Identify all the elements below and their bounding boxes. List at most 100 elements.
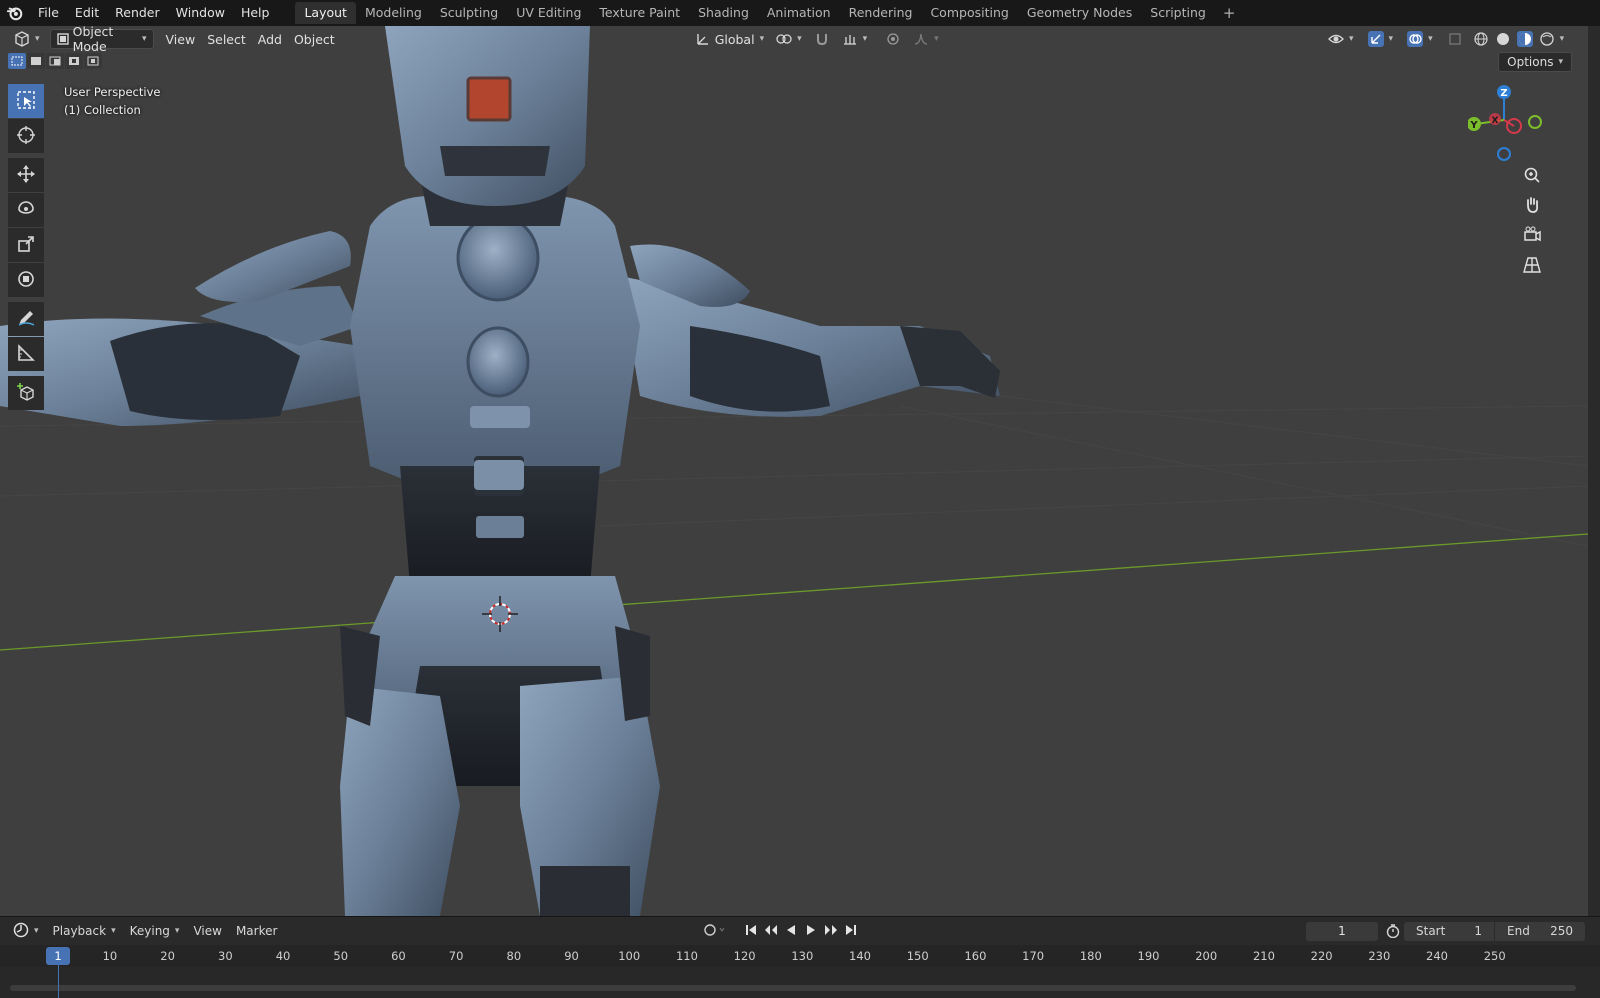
snap-toggle[interactable] (808, 29, 836, 49)
jump-end-button[interactable] (841, 921, 860, 941)
menu-window[interactable]: Window (168, 2, 233, 24)
start-frame-field[interactable]: Start 1 (1404, 922, 1494, 941)
annotate-tool[interactable] (8, 302, 44, 336)
add-cube-tool[interactable] (8, 376, 44, 410)
tab-uv-editing[interactable]: UV Editing (507, 2, 590, 24)
select-new-icon[interactable] (8, 53, 26, 69)
menu-help[interactable]: Help (233, 2, 278, 24)
end-value: 250 (1550, 924, 1573, 938)
scale-icon (16, 234, 36, 257)
sidebar-collapsed-edge[interactable] (1588, 26, 1600, 916)
frame-ruler[interactable]: 1 10 20 30 40 50 60 70 80 90 100 110 120 130 140 150 160… (0, 945, 1600, 967)
tab-sculpting[interactable]: Sculpting (431, 2, 507, 24)
prev-keyframe-button[interactable] (761, 921, 780, 941)
overlays-icon (1407, 31, 1424, 47)
end-frame-field[interactable]: End 250 (1495, 922, 1585, 941)
play-reverse-button[interactable] (781, 921, 800, 941)
shading-solid-button[interactable] (1493, 29, 1513, 49)
timeline-menu-playback[interactable]: Playback ▾ (46, 924, 123, 938)
snap-increment-icon (842, 31, 858, 47)
timeline-editor-type-button[interactable]: ▾ (6, 922, 46, 941)
next-keyframe-button[interactable] (821, 921, 840, 941)
play-button[interactable] (801, 921, 820, 941)
timeline-menu-keying[interactable]: Keying ▾ (123, 924, 187, 938)
current-frame-field[interactable]: 1 (1306, 922, 1378, 941)
perspective-toggle-button[interactable] (1518, 252, 1546, 280)
xray-toggle[interactable] (1441, 29, 1469, 49)
tab-shading[interactable]: Shading (689, 2, 758, 24)
mode-dropdown[interactable]: Object Mode ▾ (49, 26, 154, 54)
move-tool[interactable] (8, 158, 44, 192)
add-workspace-button[interactable]: + (1215, 4, 1244, 22)
rotate-tool[interactable] (8, 193, 44, 227)
select-intersect-icon[interactable] (84, 53, 102, 69)
grid-perspective-icon (1523, 256, 1541, 277)
shading-wireframe-button[interactable] (1471, 29, 1491, 49)
timeline-editor: ▾ Playback ▾ Keying ▾ View Marker 1 Start … (0, 916, 1600, 998)
timeline-track-area[interactable] (0, 967, 1600, 998)
shading-material-button[interactable] (1515, 29, 1535, 49)
timeline-menu-view[interactable]: View (186, 924, 228, 938)
options-dropdown[interactable]: Options ▾ (1498, 52, 1572, 72)
measure-tool[interactable] (8, 337, 44, 371)
menu-render[interactable]: Render (107, 2, 168, 24)
gizmo-neg-y-handle (1528, 115, 1542, 129)
gizmo-icon (1367, 31, 1384, 47)
viewport-menu-select[interactable]: Select (201, 29, 252, 49)
timeline-scrollbar[interactable] (10, 985, 1576, 991)
viewport-menu-view[interactable]: View (160, 29, 202, 49)
viewport-menu-object[interactable]: Object (288, 29, 341, 49)
cursor-tool[interactable] (8, 119, 44, 153)
pan-button[interactable] (1518, 192, 1546, 220)
preview-range-toggle[interactable] (1386, 924, 1400, 941)
clock-icon (13, 922, 29, 941)
tab-geometry-nodes[interactable]: Geometry Nodes (1018, 2, 1141, 24)
select-box-tool[interactable] (8, 84, 44, 118)
shading-rendered-button[interactable]: ▾ (1537, 29, 1567, 49)
chevron-down-icon: ▾ (1428, 34, 1433, 44)
tab-rendering[interactable]: Rendering (840, 2, 922, 24)
navigation-buttons (1518, 162, 1546, 282)
tab-modeling[interactable]: Modeling (356, 2, 431, 24)
orientation-dropdown[interactable]: Global ▾ (689, 29, 770, 49)
select-subtract-icon[interactable] (46, 53, 64, 69)
gizmo-toggle[interactable]: ▾ (1362, 29, 1400, 49)
camera-icon (1523, 226, 1541, 247)
camera-view-button[interactable] (1518, 222, 1546, 250)
select-mode-buttons (8, 53, 102, 69)
editor-type-button[interactable]: ▾ (8, 29, 46, 49)
material-sphere-icon (1516, 31, 1533, 47)
menu-edit[interactable]: Edit (67, 2, 107, 24)
tab-layout[interactable]: Layout (295, 2, 356, 24)
viewport-menu-add[interactable]: Add (252, 29, 288, 49)
navigation-gizmo[interactable]: Z Y X (1468, 80, 1552, 170)
tab-texture-paint[interactable]: Texture Paint (590, 2, 689, 24)
transform-tool[interactable] (8, 263, 44, 297)
frame-tick-label: 190 (1137, 949, 1160, 963)
pivot-point-button[interactable]: ▾ (770, 29, 808, 49)
frame-tick-label: 30 (218, 949, 233, 963)
select-invert-icon[interactable] (65, 53, 83, 69)
select-extend-icon[interactable] (27, 53, 45, 69)
ruler-icon (16, 343, 36, 366)
auto-keying-toggle[interactable] (700, 921, 730, 941)
tab-scripting[interactable]: Scripting (1141, 2, 1215, 24)
overlays-toggle[interactable]: ▾ (1401, 29, 1439, 49)
blender-logo-icon[interactable] (0, 0, 30, 26)
scale-tool[interactable] (8, 228, 44, 262)
jump-start-button[interactable] (741, 921, 760, 941)
proportional-falloff-dropdown[interactable]: ▾ (907, 29, 945, 49)
zoom-button[interactable] (1518, 162, 1546, 190)
current-frame-indicator[interactable]: 1 (46, 947, 70, 965)
visibility-dropdown[interactable]: ▾ (1322, 29, 1360, 49)
snap-target-dropdown[interactable]: ▾ (836, 29, 874, 49)
tab-animation[interactable]: Animation (758, 2, 840, 24)
jump-start-icon (745, 924, 757, 939)
menu-file[interactable]: File (30, 2, 67, 24)
tab-compositing[interactable]: Compositing (921, 2, 1017, 24)
3d-viewport[interactable]: ▾ Object Mode ▾ View Select Add Object G… (0, 26, 1588, 916)
chevron-down-icon: ▾ (35, 34, 40, 44)
proportional-edit-toggle[interactable] (879, 29, 907, 49)
editor-type-icon (14, 31, 30, 47)
timeline-menu-marker[interactable]: Marker (229, 924, 284, 938)
